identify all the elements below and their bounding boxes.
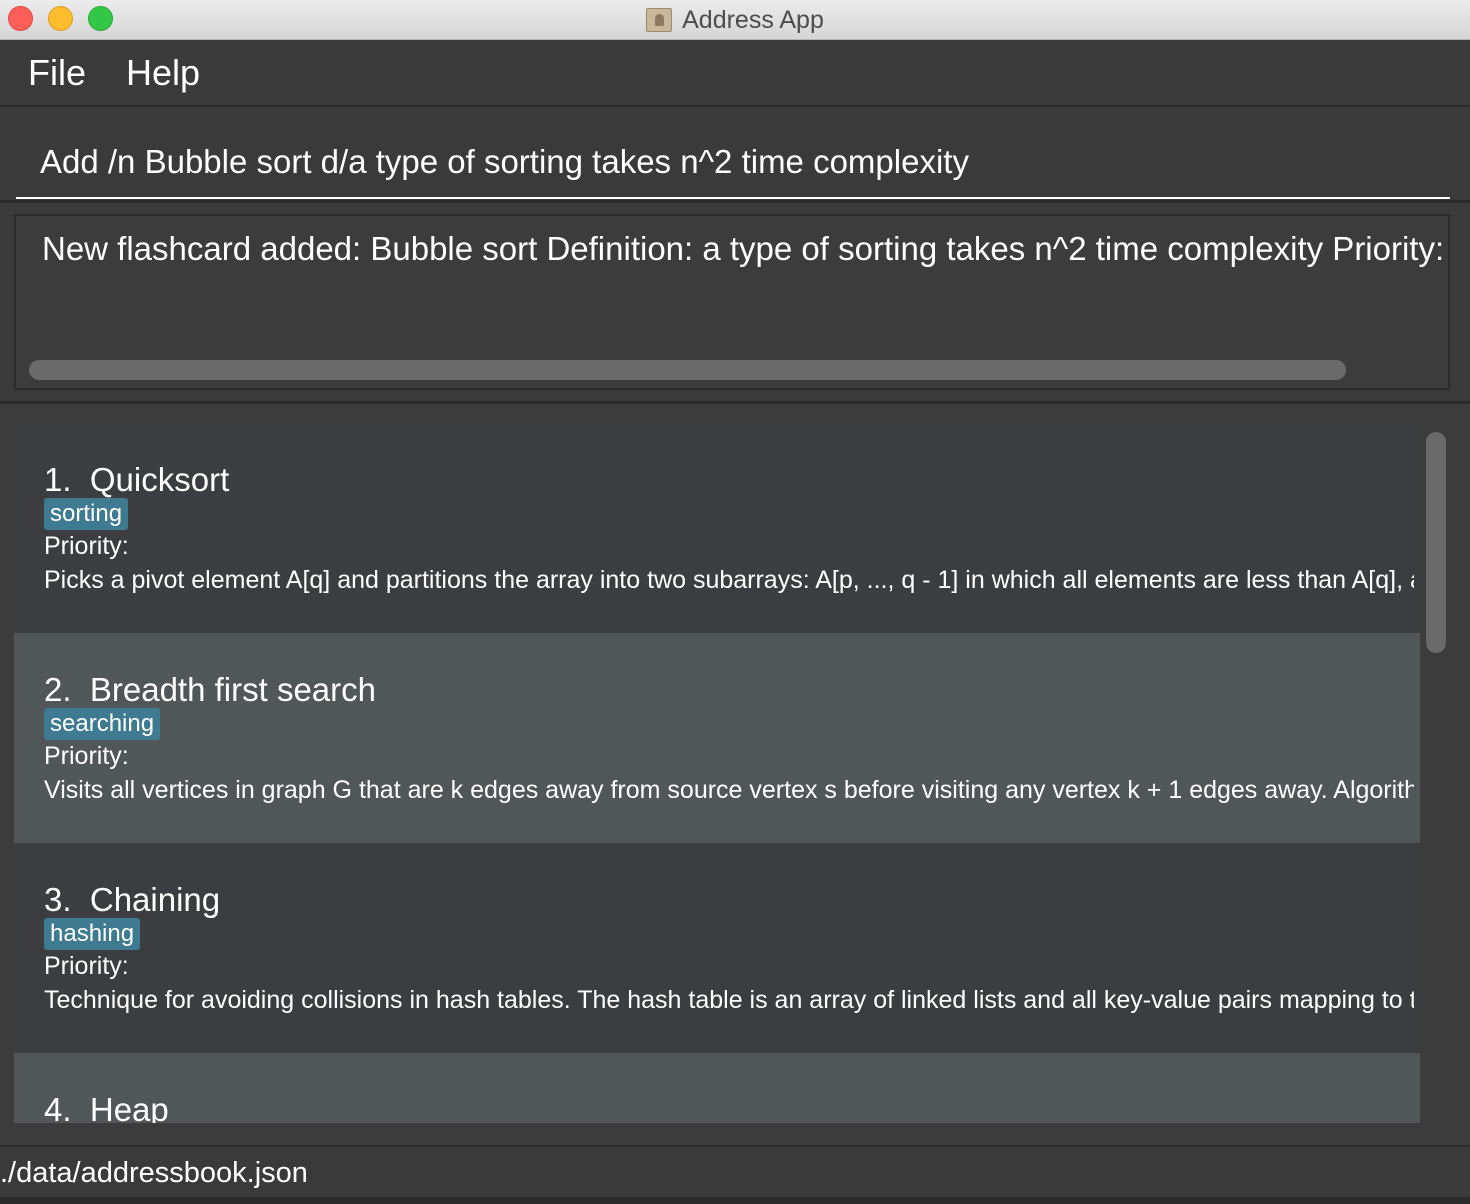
result-horizontal-scrollbar[interactable] [29, 360, 1346, 380]
flashcard-tag: searching [44, 708, 161, 740]
flashcard-title: 3. Chaining [44, 881, 220, 919]
menu-help[interactable]: Help [126, 52, 200, 94]
command-box-panel [0, 109, 1470, 203]
command-input[interactable] [16, 127, 1450, 199]
window-title: Address App [682, 5, 824, 34]
result-display: New flashcard added: Bubble sort Definit… [14, 214, 1450, 390]
flashcard-list-panel: 1. Quicksort sorting Priority: Picks a p… [0, 405, 1470, 1145]
flashcard-name: Quicksort [89, 461, 230, 498]
menu-file[interactable]: File [28, 52, 86, 94]
flashcard-index: 2. [44, 671, 72, 708]
flashcard-title: 4. Heap [44, 1091, 169, 1123]
flashcard-definition: Technique for avoiding collisions in has… [44, 986, 1414, 1014]
menu-bar: File Help [0, 40, 1470, 107]
window-title-group: Address App [0, 0, 1470, 40]
flashcard-name: Chaining [89, 881, 221, 918]
result-message: New flashcard added: Bubble sort Definit… [42, 230, 1450, 267]
address-book-icon [646, 8, 673, 32]
flashcard-title: 1. Quicksort [44, 461, 229, 499]
list-vertical-scrollbar[interactable] [1426, 432, 1446, 653]
flashcard-index: 1. [44, 461, 72, 498]
flashcard-title: 2. Breadth first search [44, 671, 376, 709]
flashcard-priority: Priority: [44, 742, 129, 770]
flashcard-definition: Picks a pivot element A[q] and partition… [44, 566, 1414, 594]
window-titlebar: Address App [0, 0, 1470, 40]
status-bar: ./data/addressbook.json [0, 1145, 1470, 1197]
flashcard-item[interactable]: 3. Chaining hashing Priority: Technique … [14, 843, 1420, 1053]
flashcard-tag: sorting [44, 498, 129, 530]
flashcard-definition: Visits all vertices in graph G that are … [44, 776, 1414, 804]
window-bottom-edge [0, 1197, 1470, 1204]
flashcard-priority: Priority: [44, 532, 129, 560]
flashcard-item[interactable]: 1. Quicksort sorting Priority: Picks a p… [14, 423, 1420, 633]
flashcard-name: Heap [89, 1091, 169, 1123]
result-display-panel: New flashcard added: Bubble sort Definit… [0, 204, 1470, 404]
flashcard-index: 4. [44, 1091, 72, 1123]
flashcard-tag: hashing [44, 918, 141, 950]
flashcard-index: 3. [44, 881, 72, 918]
flashcard-item[interactable]: 2. Breadth first search searching Priori… [14, 633, 1420, 843]
flashcard-list: 1. Quicksort sorting Priority: Picks a p… [14, 423, 1420, 1123]
flashcard-item[interactable]: 4. Heap [14, 1053, 1420, 1123]
save-location-path: ./data/addressbook.json [0, 1157, 308, 1189]
flashcard-name: Breadth first search [89, 671, 376, 708]
flashcard-priority: Priority: [44, 952, 129, 980]
